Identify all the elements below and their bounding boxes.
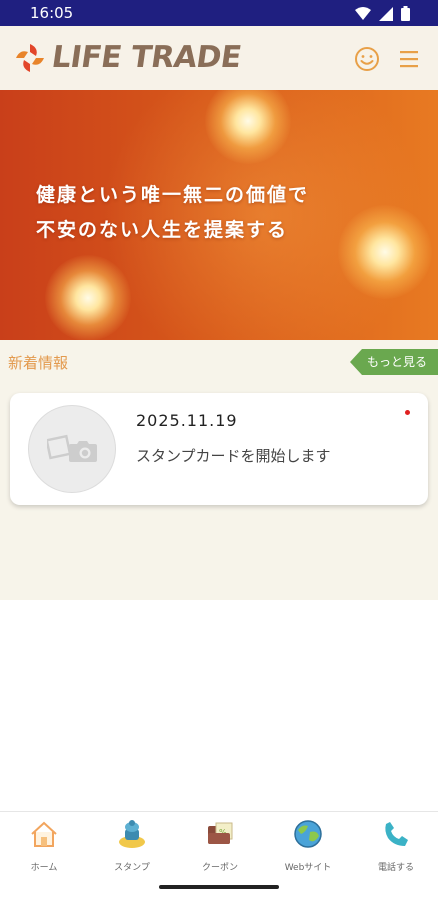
- nav-website[interactable]: Webサイト: [268, 818, 348, 878]
- smiley-icon: [355, 47, 379, 71]
- news-card[interactable]: 2025.11.19 スタンプカードを開始します: [10, 393, 428, 505]
- news-section: 新着情報 もっと見る 2025.11.19 スタンプカードを開始します: [0, 340, 438, 600]
- hero-line-1: 健康という唯一無二の価値で: [36, 184, 310, 206]
- nav-label: クーポン: [201, 863, 238, 873]
- coupon-icon: %: [208, 822, 233, 844]
- menu-button[interactable]: [396, 44, 426, 74]
- section-title: 新着情報: [8, 354, 69, 372]
- news-thumbnail: [28, 405, 116, 493]
- light-glow: [45, 255, 131, 340]
- nav-home[interactable]: ホーム: [4, 818, 84, 878]
- status-bar: 16:05: [0, 0, 438, 26]
- nav-phone[interactable]: 電話する: [356, 818, 436, 878]
- app-header: LIFE TRADE: [0, 26, 438, 90]
- nav-label: スタンプ: [114, 863, 150, 873]
- logo-mark-icon: [16, 43, 44, 72]
- more-button[interactable]: もっと見る: [350, 349, 438, 375]
- hamburger-menu-icon: [400, 51, 418, 68]
- news-text: スタンプカードを開始します: [136, 447, 331, 465]
- stamp-icon: [119, 820, 145, 848]
- nav-label: 電話する: [377, 863, 414, 873]
- logo[interactable]: LIFE TRADE: [14, 40, 244, 75]
- unread-dot: [405, 410, 410, 415]
- status-time: 16:05: [30, 4, 74, 22]
- profile-button[interactable]: [352, 44, 382, 74]
- signal-icon: [379, 6, 393, 21]
- image-placeholder-icon: [47, 434, 97, 462]
- nav-label: Webサイト: [284, 863, 332, 873]
- wifi-icon: [355, 7, 371, 20]
- globe-icon: [294, 820, 322, 848]
- nav-coupon[interactable]: % クーポン: [180, 818, 260, 878]
- nav-label: ホーム: [30, 863, 58, 873]
- phone-icon: [385, 822, 408, 846]
- home-indicator[interactable]: [159, 885, 279, 889]
- news-date: 2025.11.19: [136, 411, 238, 430]
- light-glow: [205, 90, 291, 164]
- hero-banner: 健康という唯一無二の価値で 不安のない人生を提案する: [0, 90, 438, 340]
- battery-icon: [401, 6, 410, 21]
- home-icon: [31, 821, 57, 847]
- nav-stamp[interactable]: スタンプ: [92, 818, 172, 878]
- logo-text: LIFE TRADE: [49, 40, 244, 75]
- hero-line-2: 不安のない人生を提案する: [36, 219, 289, 241]
- light-glow: [338, 205, 432, 299]
- status-icons: [355, 6, 410, 21]
